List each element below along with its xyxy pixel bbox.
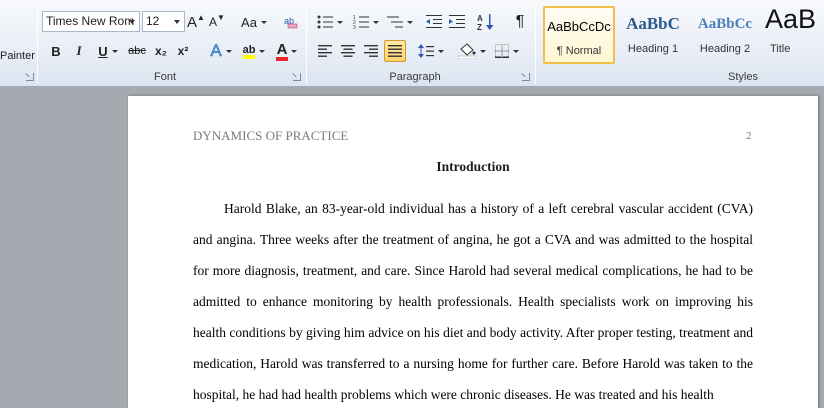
body-paragraph[interactable]: Harold Blake, an 83-year-old individual …	[193, 193, 753, 408]
strikethrough-button[interactable]: abc	[126, 40, 148, 62]
style-heading-1[interactable]: AaBbC Heading 1	[617, 6, 689, 64]
font-color-button[interactable]: A	[272, 40, 302, 62]
change-case-button[interactable]: Aa	[240, 11, 268, 33]
align-left-icon	[318, 45, 332, 57]
font-color-icon: A	[275, 41, 289, 61]
align-right-button[interactable]	[361, 40, 381, 62]
align-center-button[interactable]	[338, 40, 358, 62]
style-preview: AaBbCcDc	[547, 19, 611, 34]
borders-icon	[495, 44, 509, 58]
styles-gallery: AaBbCcDc ¶ Normal AaBbC Heading 1 AaBbCc…	[541, 4, 824, 67]
style-preview: AaBbCc	[697, 16, 753, 32]
style-name: ¶ Normal	[556, 45, 602, 57]
grow-font-button[interactable]: A ▲	[187, 11, 205, 33]
highlight-color-button[interactable]: ab	[238, 40, 270, 62]
align-right-icon	[364, 45, 378, 57]
font-color-label: A	[276, 41, 288, 58]
font-family-select[interactable]: Times New Rom	[42, 11, 140, 32]
format-painter-button[interactable]: Painter	[0, 50, 35, 62]
paint-bucket-icon	[458, 43, 476, 59]
superscript-button[interactable]: x²	[174, 40, 192, 62]
shrink-font-button[interactable]: A ▼	[208, 11, 226, 33]
font-family-value: Times New Rom	[46, 14, 135, 28]
align-left-button[interactable]	[315, 40, 335, 62]
style-name: Heading 1	[627, 43, 679, 55]
group-separator	[535, 4, 536, 84]
numbering-button[interactable]: 123	[351, 11, 381, 33]
multilevel-list-icon	[387, 16, 403, 28]
multilevel-list-button[interactable]	[385, 11, 415, 33]
font-group-label: Font	[153, 71, 176, 83]
clear-formatting-button[interactable]: ab	[281, 11, 301, 33]
style-title[interactable]: AaB Title	[755, 4, 824, 64]
font-color-swatch	[275, 57, 289, 61]
svg-text:3: 3	[353, 25, 356, 29]
chevron-down-icon[interactable]	[172, 13, 183, 30]
justify-button[interactable]	[384, 40, 406, 62]
bullets-button[interactable]	[315, 11, 345, 33]
svg-text:Z: Z	[477, 23, 482, 31]
group-separator	[37, 4, 38, 84]
style-heading-2[interactable]: AaBbCc Heading 2	[689, 6, 761, 64]
page-number[interactable]: 2	[746, 130, 752, 142]
pilcrow-icon: ¶	[515, 13, 525, 30]
ribbon: Painter Times New Rom 12 A ▲ A ▼ Aa ab B I…	[0, 0, 824, 87]
style-preview: AaB	[765, 4, 817, 34]
svg-text:A: A	[477, 14, 483, 23]
increase-indent-button[interactable]	[447, 11, 467, 33]
superscript-icon: x²	[177, 44, 189, 58]
increase-indent-icon	[449, 15, 465, 28]
group-separator	[306, 4, 307, 84]
underline-button[interactable]: U	[93, 40, 123, 62]
paragraph-launcher-icon[interactable]	[522, 73, 530, 81]
highlighter-icon: ab	[242, 44, 256, 59]
style-preview: AaBbC	[626, 14, 680, 33]
bold-button[interactable]: B	[47, 40, 65, 62]
text-effects-button[interactable]: A	[207, 40, 235, 62]
line-spacing-button[interactable]	[416, 40, 446, 62]
font-size-select[interactable]: 12	[142, 11, 185, 32]
grow-font-icon: A	[187, 13, 198, 31]
font-size-value: 12	[146, 14, 160, 28]
strikethrough-icon: abc	[128, 45, 146, 57]
subscript-icon: x₂	[154, 44, 167, 58]
styles-group-label: Styles	[728, 71, 758, 83]
style-name: Title	[770, 43, 791, 55]
clipboard-launcher-icon[interactable]	[26, 73, 34, 81]
running-header[interactable]: DYNAMICS OF PRACTICE	[193, 128, 348, 144]
bold-icon: B	[51, 43, 61, 59]
justify-icon	[388, 45, 402, 57]
decrease-indent-button[interactable]	[424, 11, 444, 33]
font-launcher-icon[interactable]	[293, 73, 301, 81]
italic-button[interactable]: I	[70, 40, 88, 62]
change-case-icon: Aa	[241, 14, 257, 30]
style-name: Heading 2	[699, 43, 751, 55]
style-normal[interactable]: AaBbCcDc ¶ Normal	[543, 6, 615, 64]
show-hide-marks-button[interactable]: ¶	[510, 11, 530, 33]
decrease-indent-icon	[426, 15, 442, 28]
numbering-icon: 123	[353, 15, 369, 29]
chevron-down-icon[interactable]	[127, 13, 138, 30]
document-heading[interactable]: Introduction	[193, 159, 753, 175]
bullets-icon	[317, 15, 333, 29]
italic-icon: I	[76, 43, 82, 58]
shading-button[interactable]	[456, 40, 488, 62]
line-spacing-icon	[418, 44, 434, 58]
align-center-icon	[341, 45, 355, 57]
text-effects-icon: A	[210, 41, 222, 61]
borders-button[interactable]	[492, 40, 522, 62]
underline-icon: U	[98, 43, 108, 59]
paragraph-group-label: Paragraph	[389, 71, 441, 83]
clear-formatting-icon: ab	[284, 16, 298, 29]
subscript-button[interactable]: x₂	[152, 40, 170, 62]
sort-icon: AZ	[477, 14, 494, 31]
shrink-font-icon: A	[209, 15, 218, 29]
sort-button[interactable]: AZ	[476, 11, 496, 33]
highlight-swatch	[242, 54, 256, 59]
